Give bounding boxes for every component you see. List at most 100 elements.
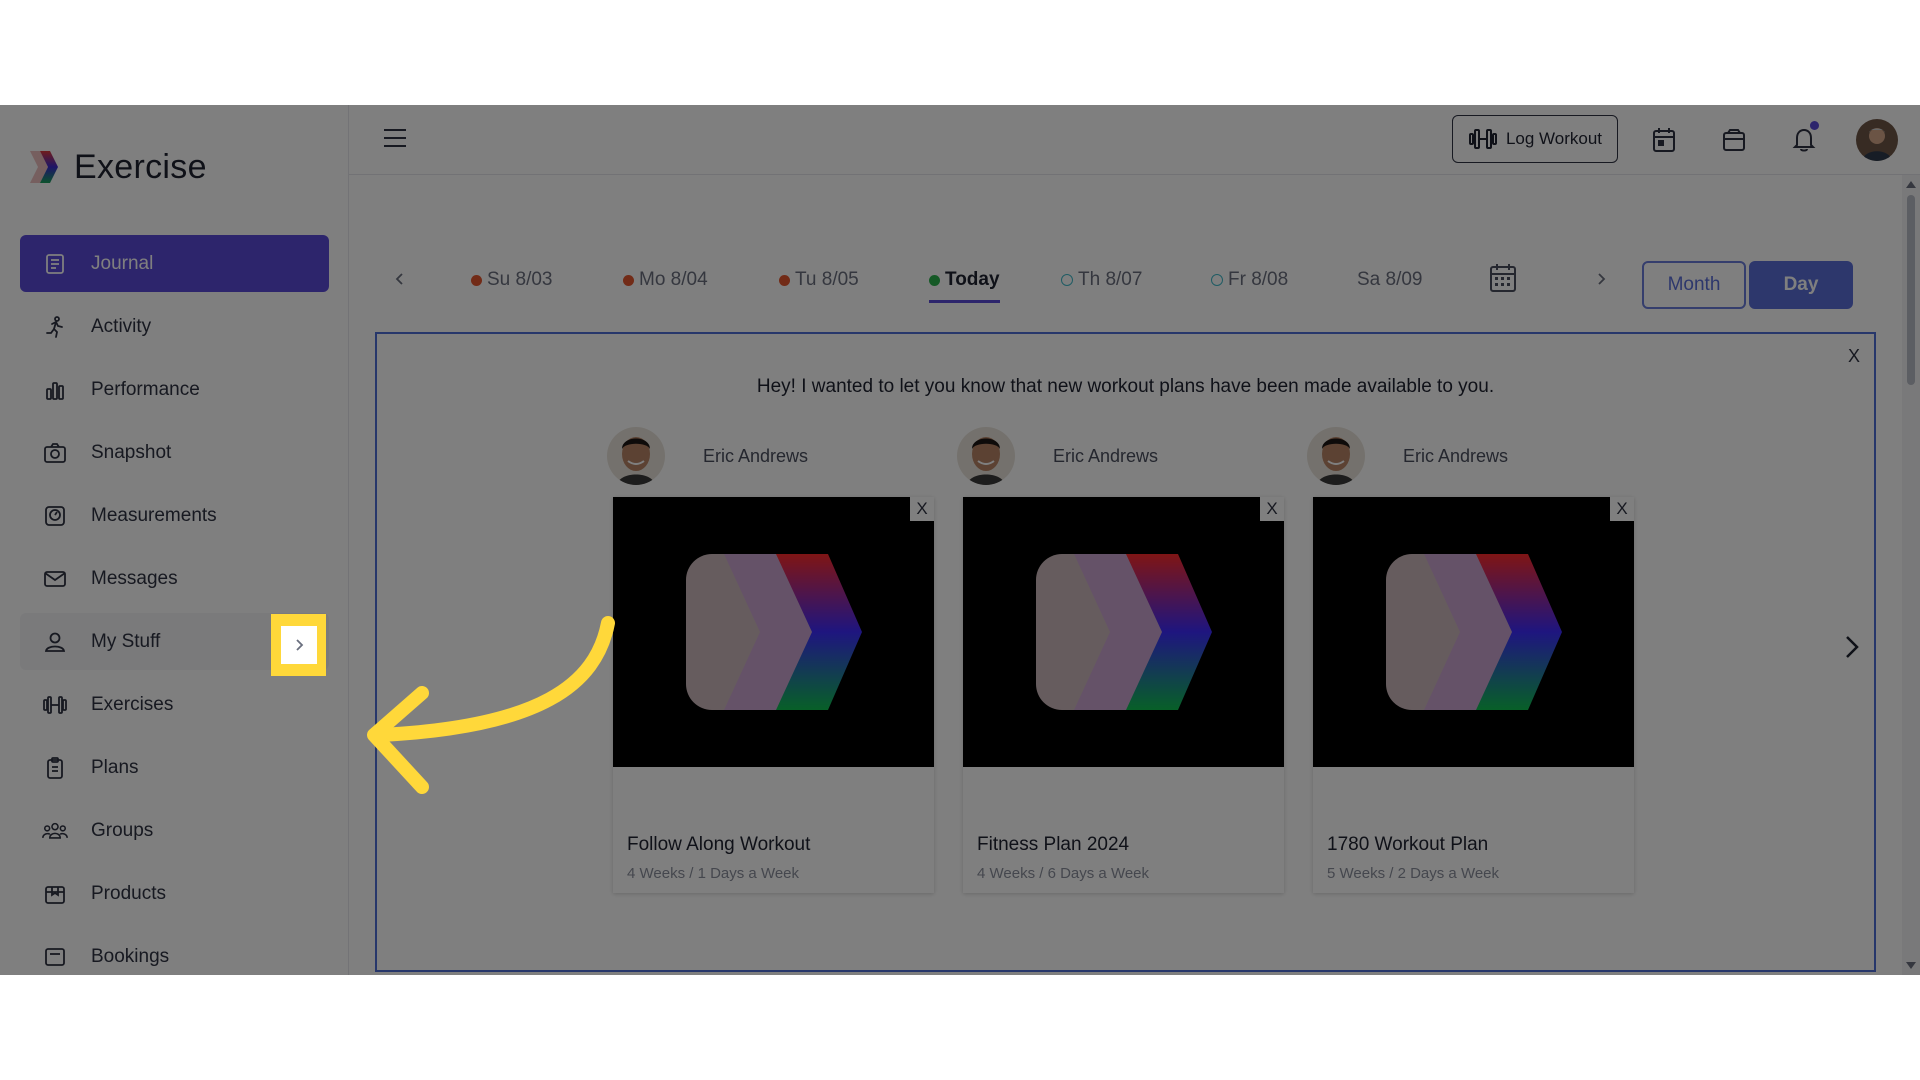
day-label: Sa 8/09 [1357,269,1423,290]
sidebar-item-performance[interactable]: Performance [20,361,329,418]
day-label: Th 8/07 [1078,269,1143,290]
user-icon [42,629,68,655]
dumbbell-icon [1468,129,1497,149]
camera-icon [42,440,68,466]
sidebar-item-bookings[interactable]: Bookings [20,928,329,975]
day-label: Mo 8/04 [639,269,708,290]
author-name: Eric Andrews [1053,445,1159,466]
chevron-right-icon [280,626,317,664]
plan-author: Eric Andrews [957,426,1158,486]
envelope-icon [42,566,68,592]
day-view-button[interactable]: Day [1749,261,1853,309]
plan-author: Eric Andrews [607,426,808,486]
day-thursday[interactable]: Th 8/07 [1061,265,1142,295]
sidebar-item-exercises[interactable]: Exercises [20,676,329,733]
bell-icon[interactable] [1789,121,1819,155]
plan-duration: 4 Weeks / 6 Days a Week [977,865,1150,882]
day-sunday[interactable]: Su 8/03 [471,265,553,295]
sidebar-item-messages[interactable]: Messages [20,550,329,607]
clipboard-icon [42,755,68,781]
plan-title: Follow Along Workout [627,834,811,855]
plan-duration: 4 Weeks / 1 Days a Week [627,865,800,882]
sidebar-item-label: Performance [91,378,200,400]
group-icon [42,818,68,844]
sidebar-item-label: Groups [91,819,154,841]
calendar-picker-icon[interactable] [1489,263,1517,299]
remove-plan-button[interactable]: X [910,497,934,521]
hamburger-menu-icon[interactable] [383,127,407,154]
sidebar-item-label: Activity [91,315,152,337]
page-scrollbar[interactable] [1902,175,1920,975]
plan-title: 1780 Workout Plan [1327,834,1489,855]
brand[interactable]: Exercise [24,145,207,189]
status-dot [779,274,790,286]
sidebar-item-label: Journal [91,252,154,274]
booking-icon [42,944,68,970]
sidebar-item-label: Plans [91,756,139,778]
sidebar-item-products[interactable]: Products [20,865,329,922]
sidebar-item-label: My Stuff [91,630,161,652]
month-view-button[interactable]: Month [1642,261,1746,309]
plan-card[interactable]: X 1780 Workout Plan 5 Weeks / 2 Days a W… [1313,497,1634,893]
day-monday[interactable]: Mo 8/04 [623,265,708,295]
day-friday[interactable]: Fr 8/08 [1211,265,1288,295]
log-workout-label: Log Workout [1505,129,1603,148]
plan-card[interactable]: X Fitness Plan 2024 4 Weeks / 6 Days a W… [963,497,1284,893]
author-name: Eric Andrews [1403,445,1509,466]
scroll-thumb[interactable] [1907,195,1915,385]
status-dot [1061,274,1073,286]
sidebar-item-label: Messages [91,567,178,589]
day-label: Tu 8/05 [795,269,859,290]
running-icon [42,314,68,340]
sidebar-item-activity[interactable]: Activity [20,298,329,355]
user-avatar[interactable] [1856,119,1898,161]
sidebar-item-groups[interactable]: Groups [20,802,329,859]
status-dot [623,274,634,286]
notification-dot [1810,121,1819,130]
status-dot [929,274,940,286]
sidebar-item-label: Bookings [91,945,170,967]
sidebar-item-label: Measurements [91,504,217,526]
scale-icon [42,503,68,529]
sidebar-item-journal[interactable]: Journal [20,235,329,292]
top-bar: Log Workout [349,105,1920,175]
scroll-down-icon[interactable] [1906,962,1916,969]
sidebar-item-snapshot[interactable]: Snapshot [20,424,329,481]
remove-plan-button[interactable]: X [1610,497,1634,521]
scroll-up-icon[interactable] [1906,181,1916,188]
sidebar-item-plans[interactable]: Plans [20,739,329,796]
today-underline [929,300,1000,303]
brand-name: Exercise [74,147,207,186]
plan-duration: 5 Weeks / 2 Days a Week [1327,865,1500,882]
date-navigation: Su 8/03 Mo 8/04 Tu 8/05 Today Th 8/07 Fr… [349,255,1920,315]
plan-thumbnail [613,497,934,767]
calendar-icon[interactable] [1649,125,1679,155]
highlighted-expand-button[interactable] [271,614,326,676]
sidebar: Exercise Journal Activity Performance Sn [0,105,349,975]
tutorial-arrow-icon [367,616,615,794]
day-label: Fr 8/08 [1228,269,1289,290]
author-avatar [957,427,1015,485]
sidebar-item-label: Snapshot [91,441,172,463]
plan-thumbnail [963,497,1284,767]
status-dot [471,274,482,286]
sidebar-item-label: Products [91,882,166,904]
remove-plan-button[interactable]: X [1260,497,1284,521]
package-icon[interactable] [1719,125,1749,155]
message-close-button[interactable]: X [1848,346,1860,367]
sidebar-item-label: Exercises [91,693,174,715]
journal-icon [42,251,68,277]
day-today[interactable]: Today [929,265,1000,303]
log-workout-button[interactable]: Log Workout [1452,115,1618,163]
plan-card[interactable]: X Follow Along Workout 4 Weeks / 1 Days … [613,497,934,893]
box-icon [42,881,68,907]
exercise-logo-icon [30,151,58,183]
sidebar-item-measurements[interactable]: Measurements [20,487,329,544]
day-saturday[interactable]: Sa 8/09 [1357,265,1423,295]
day-tuesday[interactable]: Tu 8/05 [779,265,859,295]
carousel-next-icon[interactable] [1844,634,1860,665]
chevron-right-icon[interactable] [1595,267,1607,293]
status-dot [1211,274,1223,286]
dumbbell-icon [42,692,68,718]
chevron-left-icon[interactable] [394,267,406,293]
